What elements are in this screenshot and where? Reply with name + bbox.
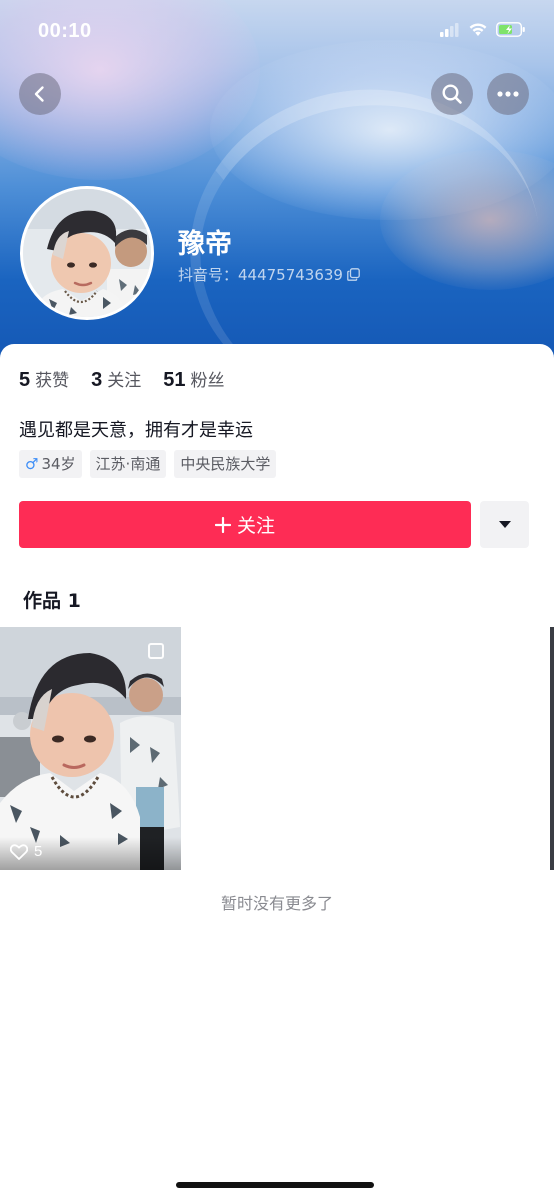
search-button[interactable] xyxy=(431,73,473,115)
profile-tags: ♂ 34岁 江苏·南通 中央民族大学 xyxy=(19,450,277,478)
adjacent-panel-edge xyxy=(550,627,554,870)
home-indicator[interactable] xyxy=(176,1182,374,1188)
douyin-id[interactable]: 抖音号：44475743639 xyxy=(178,264,360,285)
plus-icon xyxy=(214,516,231,533)
copy-icon[interactable] xyxy=(347,268,360,281)
more-dots-icon xyxy=(497,91,519,97)
back-button[interactable] xyxy=(19,73,61,115)
tag-location: 江苏·南通 xyxy=(89,450,167,478)
tag-label: 34岁 xyxy=(41,455,76,473)
image-post-icon xyxy=(148,643,164,659)
tab-works[interactable]: 作品 1 xyxy=(23,586,81,613)
follow-button-label: 关注 xyxy=(236,515,275,537)
stat-label: 粉丝 xyxy=(190,371,225,391)
tag-age: ♂ 34岁 xyxy=(19,450,82,478)
stat-number: 51 xyxy=(163,369,186,391)
video-likes-count: 5 xyxy=(34,843,43,860)
battery-icon xyxy=(496,22,525,37)
status-time: 00:10 xyxy=(38,20,92,42)
status-bar: 00:10 xyxy=(0,0,554,64)
stat-label: 获赞 xyxy=(35,371,70,391)
profile-name: 豫帝 xyxy=(178,229,232,260)
stat-label: 关注 xyxy=(107,371,142,391)
wifi-icon xyxy=(469,23,487,36)
male-icon: ♂ xyxy=(25,455,39,473)
follow-button[interactable]: 关注 xyxy=(19,501,471,548)
heart-icon xyxy=(10,843,28,860)
tag-school: 中央民族大学 xyxy=(174,450,277,478)
search-icon xyxy=(442,84,462,104)
video-cover-image xyxy=(0,627,181,870)
stat-number: 3 xyxy=(91,369,103,391)
tag-label: 中央民族大学 xyxy=(180,455,271,473)
douyin-id-text: 抖音号：44475743639 xyxy=(178,266,343,284)
video-thumbnail[interactable]: 5 xyxy=(0,627,181,870)
stat-likes: 5 获赞 xyxy=(19,366,69,392)
stat-number: 5 xyxy=(19,369,31,391)
recommend-dropdown-button[interactable] xyxy=(480,501,529,548)
stat-followers[interactable]: 51 粉丝 xyxy=(163,366,224,392)
video-likes: 5 xyxy=(10,843,42,860)
status-icons xyxy=(440,22,526,37)
profile-card: 5 获赞 3 关注 51 粉丝 遇见都是天意，拥有才是幸运 ♂ 34岁 江苏·南… xyxy=(0,344,554,1200)
chevron-left-icon xyxy=(34,86,44,102)
signal-icon xyxy=(440,22,459,37)
stats-row: 5 获赞 3 关注 51 粉丝 xyxy=(19,366,225,392)
tag-label: 江苏·南通 xyxy=(95,455,161,473)
stat-following[interactable]: 3 关注 xyxy=(91,366,141,392)
more-button[interactable] xyxy=(487,73,529,115)
profile-bio: 遇见都是天意，拥有才是幸运 xyxy=(19,420,253,441)
avatar[interactable] xyxy=(20,186,154,320)
profile-banner: 00:10 豫帝 抖音号：44475743639 xyxy=(0,0,554,360)
caret-down-icon xyxy=(498,521,511,528)
end-of-list-text: 暂时没有更多了 xyxy=(220,894,333,913)
avatar-photo xyxy=(23,189,151,317)
